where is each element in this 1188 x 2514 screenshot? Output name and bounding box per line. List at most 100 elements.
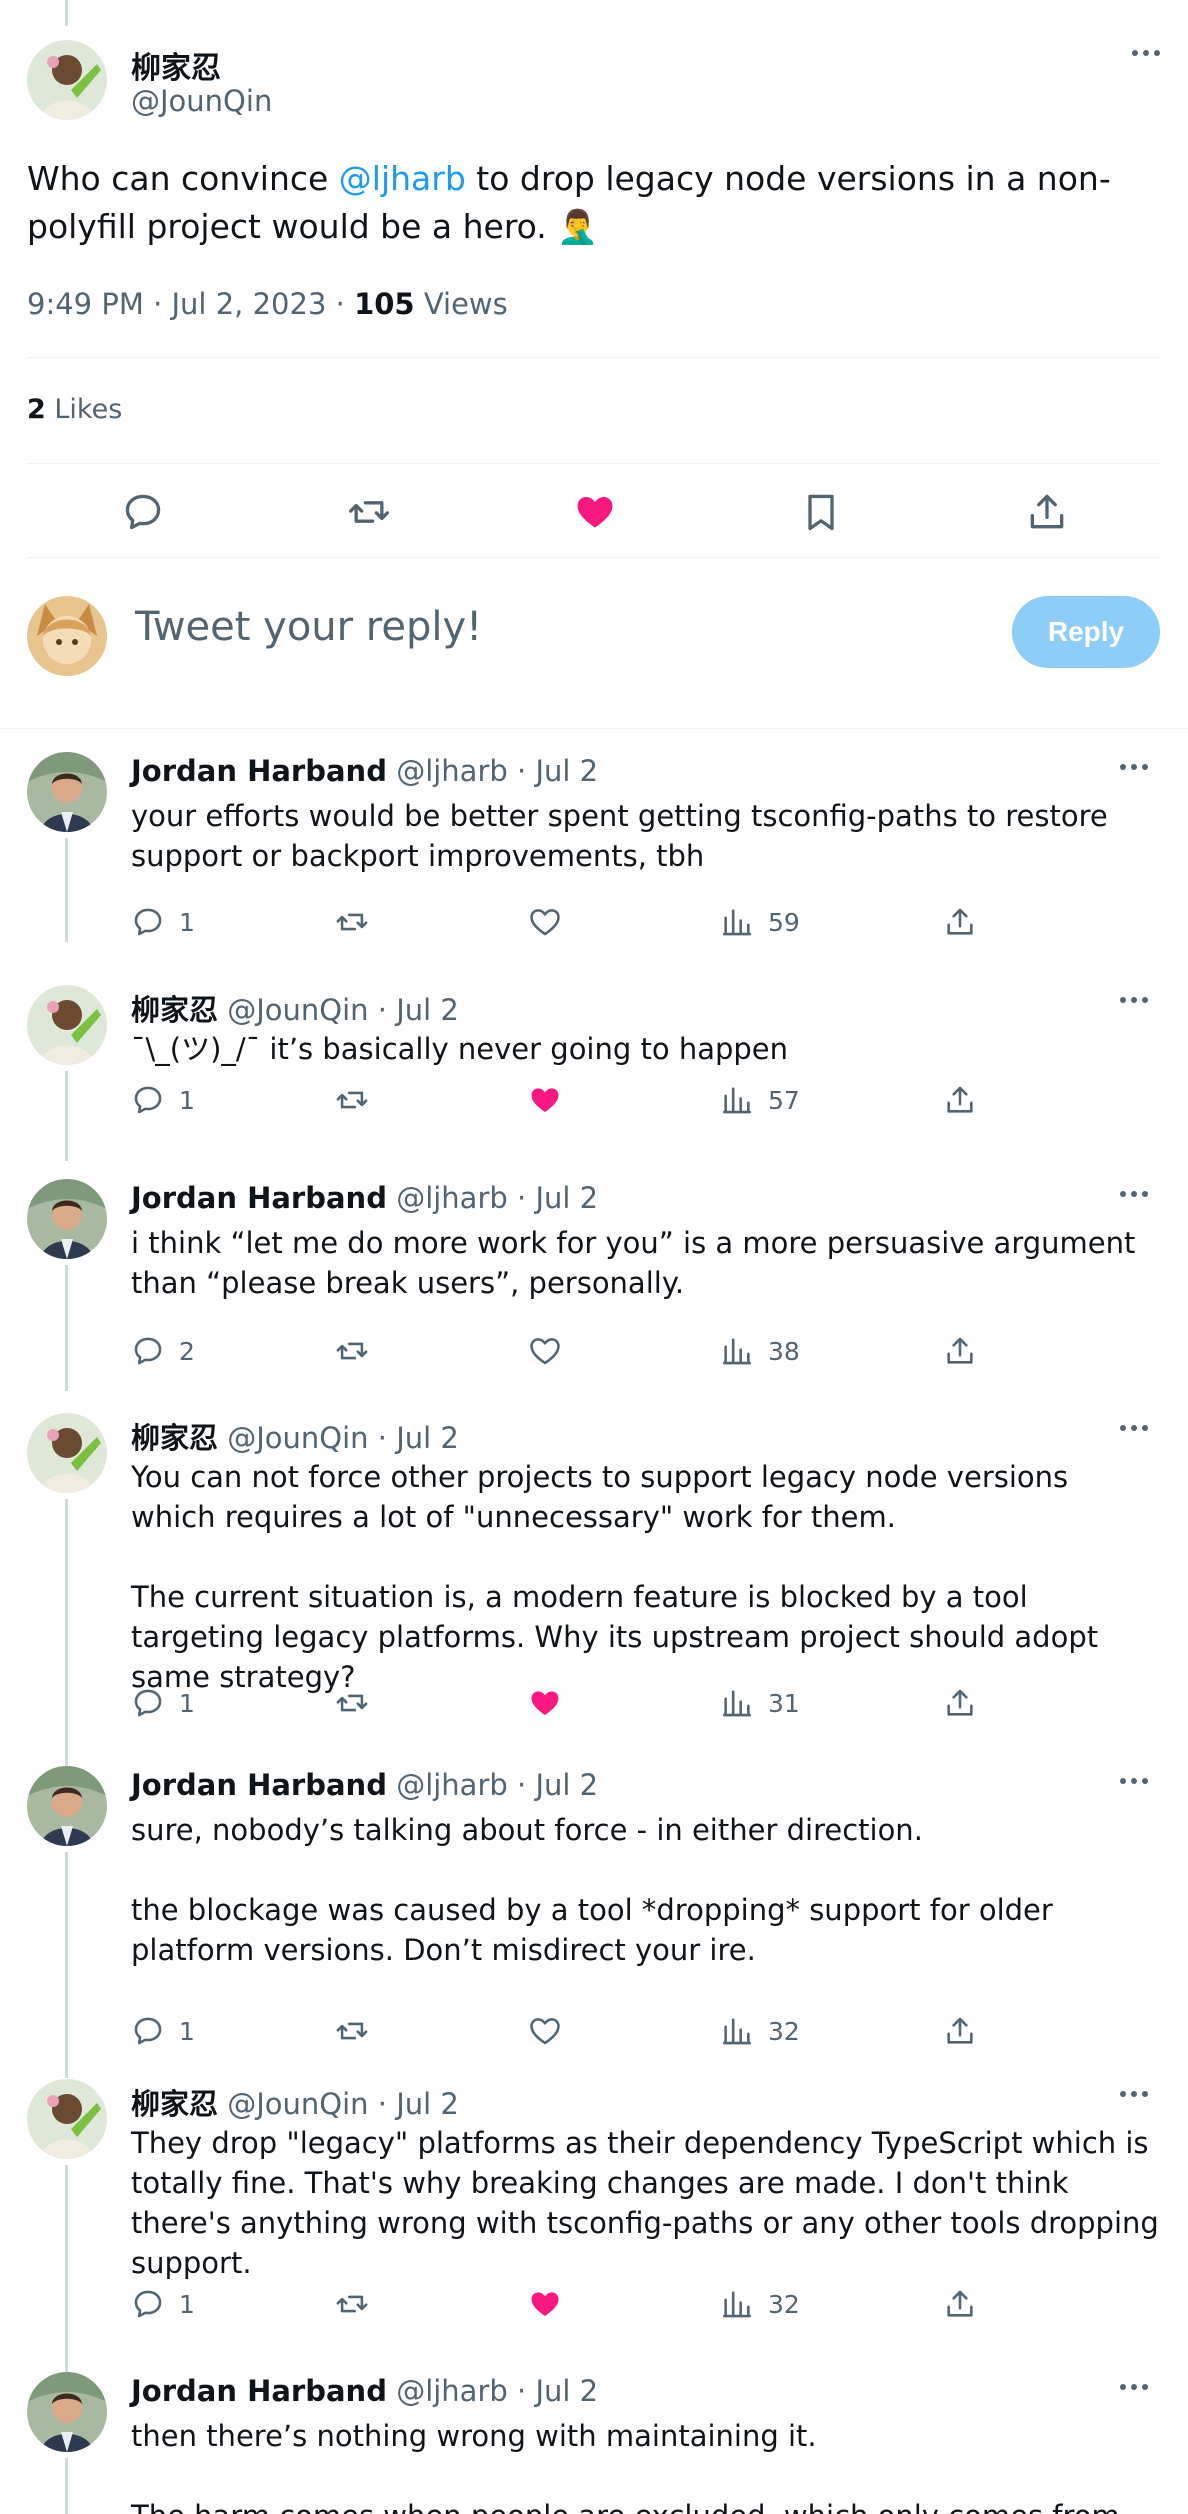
like-icon[interactable] <box>528 902 562 942</box>
reply-icon[interactable]: 1 <box>131 2011 195 2051</box>
author-name[interactable]: 柳家忍 <box>131 43 221 87</box>
reply-text: They drop "legacy" platforms as their de… <box>131 2123 1161 2283</box>
avatar[interactable] <box>27 2079 107 2159</box>
views-icon[interactable]: 38 <box>720 1331 800 1371</box>
author-meta[interactable]: @JounQin · Jul 2 <box>227 2087 459 2121</box>
avatar[interactable] <box>27 1179 107 1259</box>
more-icon[interactable] <box>1120 2091 1148 2097</box>
author-handle[interactable]: @JounQin <box>131 84 272 118</box>
views-icon[interactable]: 32 <box>720 2011 800 2051</box>
tweet-time[interactable]: 9:49 PM · Jul 2, 2023 · <box>27 287 354 321</box>
like-icon[interactable] <box>528 2011 562 2051</box>
reply-text: ¯\_(ツ)_/¯ it’s basically never going to … <box>131 1029 1161 1069</box>
author-meta[interactable]: @ljharb · Jul 2 <box>396 2374 598 2408</box>
views-icon[interactable]: 32 <box>720 2284 800 2324</box>
like-icon[interactable] <box>528 1331 562 1371</box>
reply-icon[interactable]: 1 <box>131 2284 195 2324</box>
reply-button[interactable]: Reply <box>1012 596 1160 668</box>
reply-count: 2 <box>179 1336 195 1366</box>
author-meta[interactable]: @JounQin · Jul 2 <box>227 1421 459 1455</box>
more-icon[interactable] <box>1120 1425 1148 1431</box>
tweet-text: Who can convince @ljharb to drop legacy … <box>27 159 1111 246</box>
share-icon[interactable] <box>943 2284 977 2324</box>
like-icon[interactable] <box>528 2284 562 2324</box>
like-icon[interactable] <box>573 490 617 534</box>
retweet-icon[interactable] <box>347 490 391 534</box>
share-icon[interactable] <box>943 1683 977 1723</box>
views-icon[interactable]: 59 <box>720 902 800 942</box>
retweet-icon[interactable] <box>335 902 369 942</box>
author-name[interactable]: Jordan Harband <box>131 754 387 788</box>
reply-header: 柳家忍 @JounQin · Jul 2 <box>131 1415 459 1457</box>
author-name[interactable]: Jordan Harband <box>131 1768 387 1802</box>
retweet-icon[interactable] <box>335 1331 369 1371</box>
avatar[interactable] <box>27 1766 107 1846</box>
thread-line <box>65 1071 68 1161</box>
reply-text: then there’s nothing wrong with maintain… <box>131 2416 1161 2514</box>
author-name[interactable]: Jordan Harband <box>131 1181 387 1215</box>
thread-line <box>65 1265 68 1391</box>
avatar[interactable] <box>27 985 107 1065</box>
retweet-icon[interactable] <box>335 2011 369 2051</box>
share-icon[interactable] <box>943 1331 977 1371</box>
reply-paragraph: i think “let me do more work for you” is… <box>131 1226 1136 1300</box>
more-icon[interactable] <box>1120 1778 1148 1784</box>
retweet-icon[interactable] <box>335 1080 369 1120</box>
reply-paragraph: The current situation is, a modern featu… <box>131 1580 1099 1694</box>
reply-header: Jordan Harband @ljharb · Jul 2 <box>131 754 598 788</box>
reply-icon[interactable]: 2 <box>131 1331 195 1371</box>
my-avatar[interactable] <box>27 596 107 676</box>
views-count: 57 <box>768 1085 800 1115</box>
reply-text: your efforts would be better spent getti… <box>131 796 1161 876</box>
reply-header: Jordan Harband @ljharb · Jul 2 <box>131 1181 598 1215</box>
more-icon[interactable] <box>1120 1191 1148 1197</box>
thread-line <box>65 1852 68 2078</box>
reply-header: 柳家忍 @JounQin · Jul 2 <box>131 2081 459 2123</box>
tweet-meta: 9:49 PM · Jul 2, 2023 · 105 Views <box>27 287 508 321</box>
reply-input[interactable]: Tweet your reply! <box>135 604 482 650</box>
avatar[interactable] <box>27 40 107 120</box>
reply-actions: 2 38 <box>131 1331 991 1371</box>
reply-text: i think “let me do more work for you” is… <box>131 1223 1161 1303</box>
author-name[interactable]: 柳家忍 <box>131 1421 218 1455</box>
more-icon[interactable] <box>1120 2384 1148 2390</box>
reply-composer: Tweet your reply! Reply <box>27 596 1160 676</box>
avatar[interactable] <box>27 752 107 832</box>
reply-icon[interactable]: 1 <box>131 1080 195 1120</box>
reply-count: 1 <box>179 1688 195 1718</box>
reply-text: sure, nobody’s talking about force - in … <box>131 1810 1161 1970</box>
avatar[interactable] <box>27 2372 107 2452</box>
views-count: 105 <box>354 287 415 321</box>
share-icon[interactable] <box>943 2011 977 2051</box>
views-count: 59 <box>768 907 800 937</box>
retweet-icon[interactable] <box>335 2284 369 2324</box>
author-meta[interactable]: @ljharb · Jul 2 <box>396 754 598 788</box>
author-meta[interactable]: @ljharb · Jul 2 <box>396 1768 598 1802</box>
reply-header: 柳家忍 @JounQin · Jul 2 <box>131 987 459 1029</box>
reply-actions: 1 32 <box>131 2284 991 2324</box>
avatar[interactable] <box>27 1413 107 1493</box>
share-icon[interactable] <box>943 1080 977 1120</box>
reply-icon[interactable]: 1 <box>131 902 195 942</box>
bookmark-icon[interactable] <box>799 490 843 534</box>
views-icon[interactable]: 31 <box>720 1683 800 1723</box>
more-icon[interactable] <box>1120 764 1148 770</box>
author-meta[interactable]: @ljharb · Jul 2 <box>396 1181 598 1215</box>
like-icon[interactable] <box>528 1080 562 1120</box>
views-icon[interactable]: 57 <box>720 1080 800 1120</box>
author-name[interactable]: 柳家忍 <box>131 2087 218 2121</box>
likes-stat[interactable]: 2 Likes <box>27 394 122 425</box>
mention-link[interactable]: @ljharb <box>339 159 466 198</box>
author-meta[interactable]: @JounQin · Jul 2 <box>227 993 459 1027</box>
retweet-icon[interactable] <box>335 1683 369 1723</box>
reply-icon[interactable] <box>121 490 165 534</box>
share-icon[interactable] <box>943 902 977 942</box>
divider <box>27 463 1160 464</box>
reply-icon[interactable]: 1 <box>131 1683 195 1723</box>
author-name[interactable]: Jordan Harband <box>131 2374 387 2408</box>
like-icon[interactable] <box>528 1683 562 1723</box>
more-icon[interactable] <box>1132 50 1160 56</box>
author-name[interactable]: 柳家忍 <box>131 993 218 1027</box>
more-icon[interactable] <box>1120 997 1148 1003</box>
share-icon[interactable] <box>1025 490 1069 534</box>
